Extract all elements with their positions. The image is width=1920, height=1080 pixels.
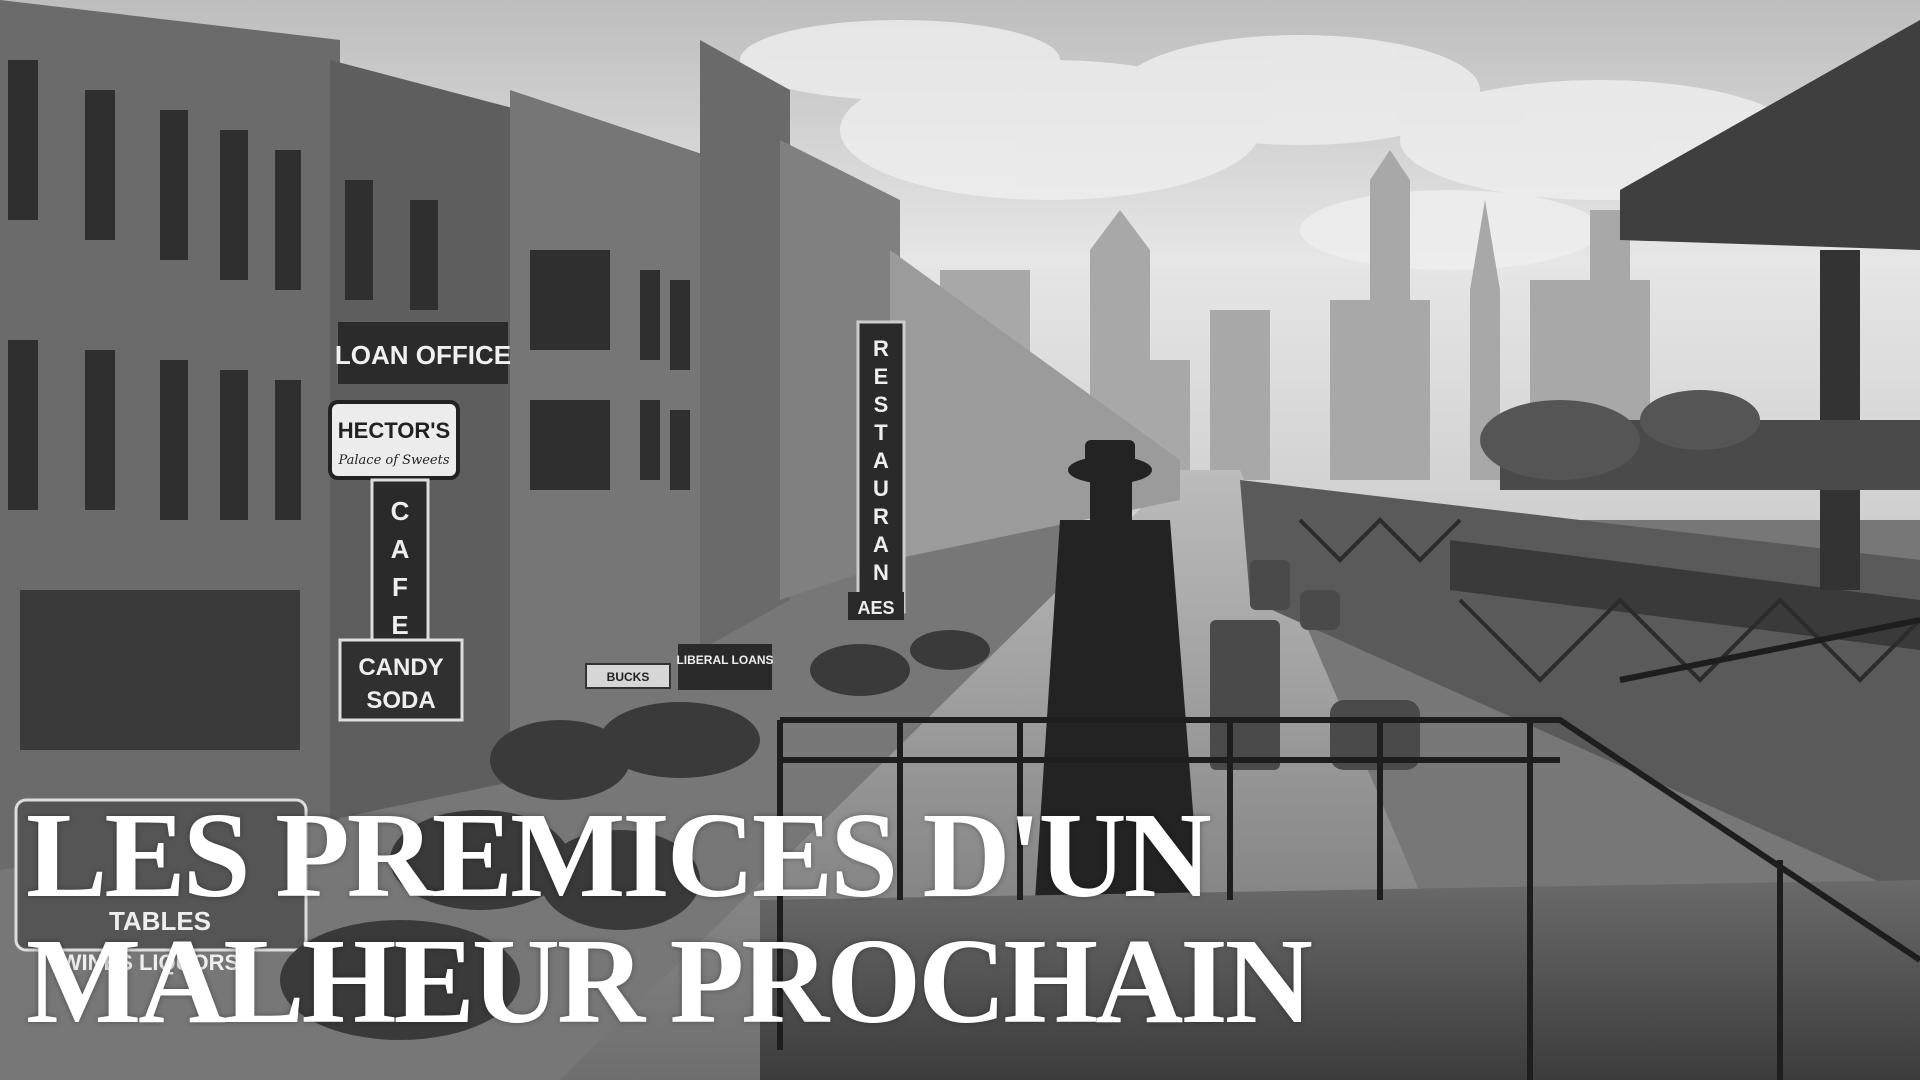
hectors-sign: HECTOR'S Palace of Sweets	[328, 400, 460, 480]
illustration-scene: LOAN OFFICE HECTOR'S Palace of Sweets CA…	[0, 0, 1920, 1080]
loan-office-sign: LOAN OFFICE	[335, 322, 511, 384]
liberal-loans-sign: LIBERAL LOANS	[676, 644, 774, 690]
candy-text: CANDY	[358, 654, 443, 681]
title-line-2: MALHEUR PROCHAIN	[26, 914, 1313, 1049]
storefront-window	[20, 590, 300, 750]
soda-text: SODA	[366, 687, 435, 714]
bucks-text: BUCKS	[607, 670, 650, 684]
aes-text: AES	[857, 598, 894, 618]
hectors-text: HECTOR'S	[338, 418, 450, 443]
palace-of-sweets-text: Palace of Sweets	[337, 453, 449, 468]
bucks-sign: BUCKS	[585, 663, 671, 689]
title-line-1: LES PREMICES D'UN	[26, 788, 1212, 923]
title: LES PREMICES D'UN MALHEUR PROCHAIN	[26, 793, 1626, 1045]
loan-office-text: LOAN OFFICE	[335, 340, 511, 370]
liberal-loans-text: LIBERAL LOANS	[676, 653, 773, 667]
